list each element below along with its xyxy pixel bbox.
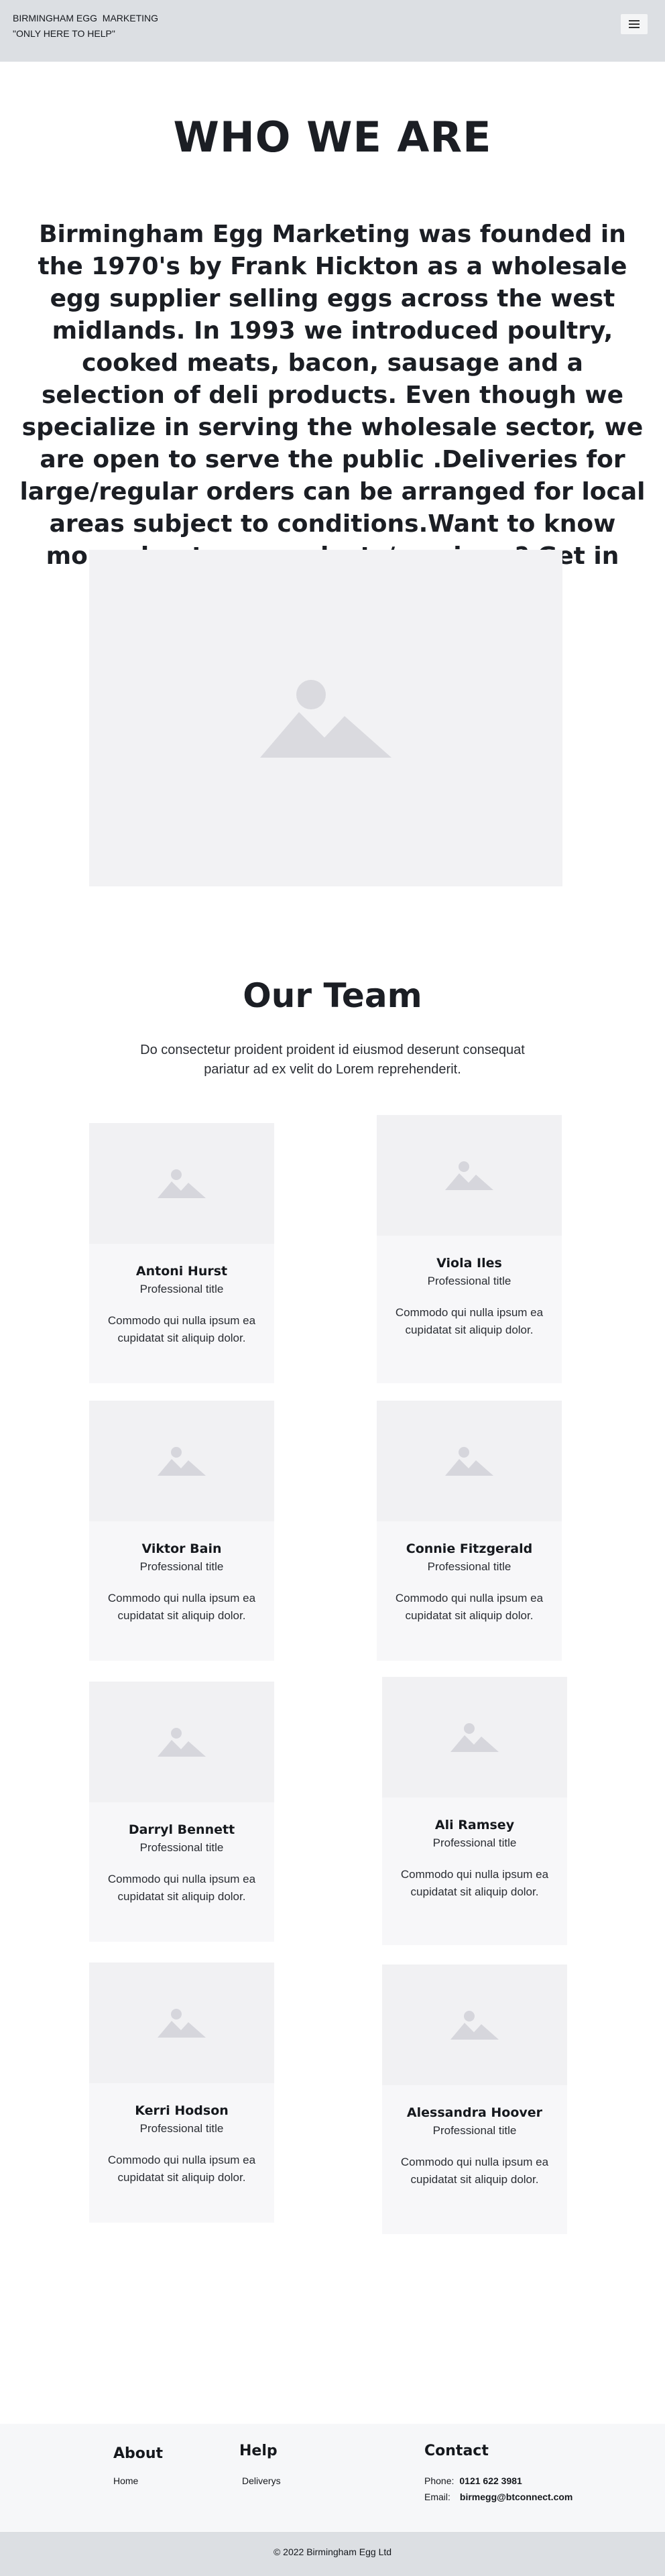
phone-label: Phone: xyxy=(424,2475,455,2486)
member-role: Professional title xyxy=(139,1283,224,1295)
contact-email: Email: birmegg@btconnect.com xyxy=(424,2492,572,2502)
member-bio: Commodo qui nulla ipsum ea cupidatat sit… xyxy=(107,1314,256,1344)
member-bio: Commodo qui nulla ipsum ea cupidatat sit… xyxy=(400,1868,549,1898)
member-name: Ali Ramsey xyxy=(434,1818,515,1832)
member-name: Kerri Hodson xyxy=(135,2103,229,2118)
image-placeholder-icon xyxy=(158,1447,206,1476)
footer-link-home[interactable]: Home xyxy=(113,2475,138,2486)
about-title: WHO WE ARE xyxy=(173,113,492,162)
member-bio: Commodo qui nulla ipsum ea cupidatat sit… xyxy=(107,2154,256,2184)
member-role: Professional title xyxy=(139,2122,224,2135)
member-photo xyxy=(89,1682,274,1802)
footer-about-title: About xyxy=(113,2445,164,2462)
member-photo xyxy=(89,1123,274,1244)
team-subtitle: Do consectetur proident proident id eius… xyxy=(140,1043,525,1077)
email-value[interactable]: birmegg@btconnect.com xyxy=(460,2492,572,2502)
brand-tagline: "ONLY HERE TO HELP" xyxy=(13,28,115,39)
member-name: Viktor Bain xyxy=(141,1541,222,1556)
team-card: Kerri Hodson Professional title Commodo … xyxy=(89,1963,274,2223)
footer-link-deliverys[interactable]: Deliverys xyxy=(242,2475,281,2486)
brand[interactable]: BIRMINGHAM EGG MARKETING "ONLY HERE TO H… xyxy=(13,11,158,42)
image-placeholder-icon xyxy=(158,1169,206,1198)
member-bio: Commodo qui nulla ipsum ea cupidatat sit… xyxy=(400,2156,549,2186)
team-card: Antoni Hurst Professional title Commodo … xyxy=(89,1123,274,1383)
menu-button[interactable] xyxy=(621,14,648,34)
team-card: Connie Fitzgerald Professional title Com… xyxy=(377,1401,562,1661)
member-name: Connie Fitzgerald xyxy=(406,1541,533,1556)
member-photo xyxy=(89,1963,274,2083)
member-name: Viola Iles xyxy=(436,1256,502,1271)
site-footer: About Home Help Deliverys Contact Phone:… xyxy=(0,2424,665,2531)
member-photo xyxy=(382,1677,567,1798)
member-photo xyxy=(89,1401,274,1521)
phone-value[interactable]: 0121 622 3981 xyxy=(459,2475,522,2486)
site-header: BIRMINGHAM EGG MARKETING "ONLY HERE TO H… xyxy=(0,0,665,62)
team-card: Viktor Bain Professional title Commodo q… xyxy=(89,1401,274,1661)
team-title: Our Team xyxy=(243,976,422,1015)
member-role: Professional title xyxy=(432,1836,517,1849)
member-bio: Commodo qui nulla ipsum ea cupidatat sit… xyxy=(107,1592,256,1622)
image-placeholder-icon xyxy=(158,1728,206,1757)
image-placeholder-icon xyxy=(450,2011,499,2040)
team-card: Alessandra Hoover Professional title Com… xyxy=(382,1965,567,2234)
brand-name: BIRMINGHAM EGG MARKETING xyxy=(13,13,159,23)
contact-phone: Phone: 0121 622 3981 xyxy=(424,2475,522,2486)
team-card: Darryl Bennett Professional title Commod… xyxy=(89,1682,274,1942)
team-card: Ali Ramsey Professional title Commodo qu… xyxy=(382,1677,567,1945)
member-role: Professional title xyxy=(427,1275,511,1287)
member-bio: Commodo qui nulla ipsum ea cupidatat sit… xyxy=(107,1873,256,1903)
footer-help-title: Help xyxy=(239,2443,278,2459)
member-photo xyxy=(382,1965,567,2085)
about-image xyxy=(89,550,562,886)
image-placeholder-icon xyxy=(450,1723,499,1752)
member-bio: Commodo qui nulla ipsum ea cupidatat sit… xyxy=(395,1592,544,1622)
member-name: Darryl Bennett xyxy=(128,1822,235,1837)
email-label: Email: xyxy=(424,2492,450,2502)
footer-contact-title: Contact xyxy=(424,2443,489,2459)
member-role: Professional title xyxy=(139,1560,224,1573)
member-photo xyxy=(377,1115,562,1236)
member-photo xyxy=(377,1401,562,1521)
member-name: Antoni Hurst xyxy=(135,1264,228,1279)
image-placeholder-icon xyxy=(260,680,391,758)
team-card: Viola Iles Professional title Commodo qu… xyxy=(377,1115,562,1383)
image-placeholder-icon xyxy=(445,1161,493,1190)
hamburger-icon xyxy=(629,20,640,21)
member-bio: Commodo qui nulla ipsum ea cupidatat sit… xyxy=(395,1306,544,1336)
member-role: Professional title xyxy=(139,1841,224,1854)
member-name: Alessandra Hoover xyxy=(406,2105,543,2120)
copyright-text: © 2022 Birmingham Egg Ltd xyxy=(273,2546,392,2557)
member-role: Professional title xyxy=(432,2124,517,2137)
about-paragraph: Birmingham Egg Marketing was founded in … xyxy=(19,221,646,602)
copyright-bar: © 2022 Birmingham Egg Ltd xyxy=(0,2532,665,2576)
image-placeholder-icon xyxy=(158,2009,206,2038)
image-placeholder-icon xyxy=(445,1447,493,1476)
member-role: Professional title xyxy=(427,1560,511,1573)
